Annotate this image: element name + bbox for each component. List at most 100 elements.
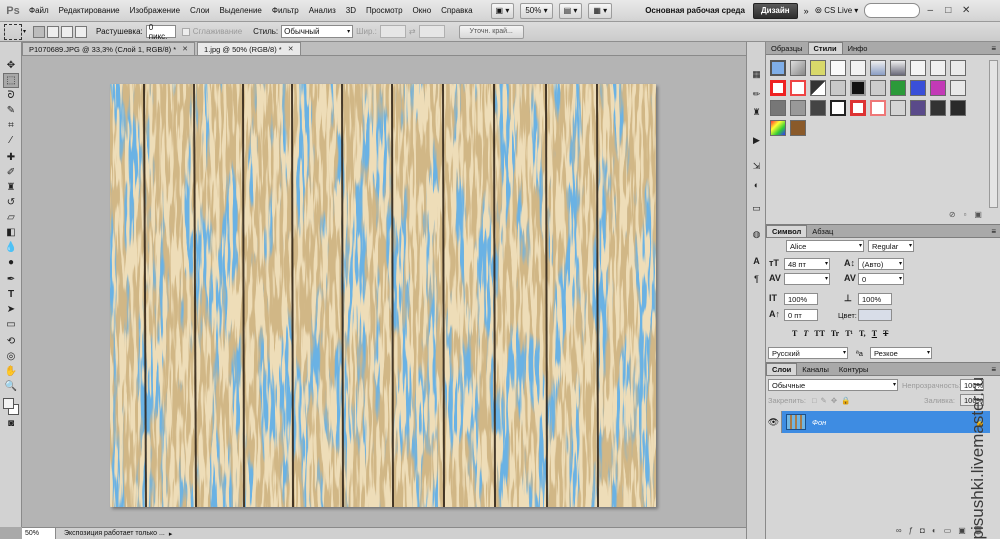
width-input[interactable] <box>379 25 406 38</box>
character-panel-icon[interactable]: A <box>750 254 763 267</box>
style-swatch[interactable] <box>790 60 806 76</box>
tab-paragraph[interactable]: Абзац <box>807 225 838 237</box>
zoom-dropdown[interactable]: 50% ▾ <box>520 2 553 19</box>
gradient-tool-icon[interactable]: ◧ <box>3 225 19 240</box>
vertical-scale-input[interactable]: 100% <box>784 293 818 305</box>
style-swatch[interactable] <box>950 80 966 96</box>
tab-document-2[interactable]: 1.jpg @ 50% (RGB/8) * ✕ <box>197 42 301 55</box>
cs-live-button[interactable]: ⊚ CS Live ▾ <box>815 5 859 16</box>
style-swatch[interactable] <box>910 100 926 116</box>
style-swatch[interactable] <box>930 80 946 96</box>
language-select[interactable]: Русский ▾ <box>768 347 848 359</box>
zoom-tool-icon[interactable]: 🔍 <box>3 379 19 394</box>
style-swatch[interactable] <box>870 60 886 76</box>
style-swatch[interactable] <box>830 80 846 96</box>
pen-tool-icon[interactable]: ✒ <box>3 272 19 287</box>
paragraph-panel-icon[interactable]: ¶ <box>750 272 763 285</box>
style-swatch[interactable] <box>930 100 946 116</box>
faux-bold-button[interactable]: T <box>792 329 797 338</box>
design-workspace-button[interactable]: Дизайн <box>752 2 798 19</box>
style-select[interactable]: Обычный ▾ <box>281 25 354 38</box>
shape-tool-icon[interactable]: ▭ <box>3 317 19 332</box>
style-swatch[interactable] <box>890 100 906 116</box>
blend-mode-select[interactable]: Обычные ▾ <box>768 379 898 391</box>
masks-panel-icon[interactable]: ▭ <box>750 202 763 215</box>
tab-document-1[interactable]: P1070689.JPG @ 33,3% (Слой 1, RGB/8) * ✕ <box>22 42 196 55</box>
menu-filter[interactable]: Фильтр <box>267 6 304 15</box>
tab-layers[interactable]: Слои <box>766 363 798 375</box>
tab-info[interactable]: Инфо <box>843 42 873 54</box>
intersect-selection-icon[interactable] <box>75 25 88 38</box>
crop-tool-icon[interactable]: ⌗ <box>3 118 19 133</box>
all-caps-button[interactable]: TT <box>814 329 825 338</box>
style-swatch[interactable] <box>850 80 866 96</box>
font-style-select[interactable]: Regular ▾ <box>868 240 914 252</box>
actions-panel-icon[interactable]: ▶ <box>750 134 763 147</box>
new-selection-icon[interactable] <box>33 25 46 38</box>
menu-3d[interactable]: 3D <box>341 6 361 15</box>
kerning-input[interactable]: ▾ <box>784 273 830 285</box>
style-swatch[interactable] <box>830 100 846 116</box>
close-icon[interactable]: ✕ <box>182 45 188 53</box>
menu-layers[interactable]: Слои <box>185 6 214 15</box>
quick-mask-icon[interactable]: ◙ <box>3 416 19 431</box>
style-swatch[interactable] <box>770 120 786 136</box>
eraser-tool-icon[interactable]: ▱ <box>3 210 19 225</box>
navigator-panel-icon[interactable]: ⇲ <box>750 160 763 173</box>
layer-name[interactable]: Фон <box>812 418 975 427</box>
menu-select[interactable]: Выделение <box>214 6 266 15</box>
visibility-eye-icon[interactable]: 👁 <box>766 411 782 433</box>
menu-analysis[interactable]: Анализ <box>304 6 341 15</box>
style-swatch[interactable] <box>790 120 806 136</box>
style-swatch[interactable] <box>890 80 906 96</box>
screen-mode-button[interactable]: ▣ ▾ <box>490 2 515 19</box>
style-swatch[interactable] <box>890 60 906 76</box>
tab-channels[interactable]: Каналы <box>797 363 834 375</box>
tab-paths[interactable]: Контуры <box>834 363 873 375</box>
extras-button[interactable]: ▦ ▾ <box>588 2 613 19</box>
type-tool-icon[interactable]: T <box>3 287 19 302</box>
style-swatch[interactable] <box>870 100 886 116</box>
style-swatch[interactable] <box>810 80 826 96</box>
color-panel-icon[interactable]: ◍ <box>750 228 763 241</box>
rectangular-marquee-tool-icon[interactable]: ⬚ <box>3 73 19 88</box>
arrange-documents-button[interactable]: ▤ ▾ <box>558 2 583 19</box>
faux-italic-button[interactable]: T <box>803 329 808 338</box>
lock-icons[interactable]: □✎✥🔒 <box>812 396 854 405</box>
style-swatch[interactable] <box>790 80 806 96</box>
style-swatch[interactable] <box>810 60 826 76</box>
adjustments-panel-icon[interactable]: ◐ <box>750 178 763 191</box>
style-swatch[interactable] <box>930 60 946 76</box>
baseline-shift-input[interactable]: 0 пт <box>784 309 818 321</box>
style-swatch[interactable] <box>770 100 786 116</box>
chevron-right-icon[interactable]: ▸ <box>169 530 173 538</box>
style-swatch[interactable] <box>910 60 926 76</box>
text-color-swatch[interactable] <box>858 309 892 321</box>
menu-edit[interactable]: Редактирование <box>54 6 125 15</box>
feather-input[interactable]: 0 пикс. <box>145 23 176 41</box>
small-caps-button[interactable]: Tr <box>831 329 839 338</box>
styles-footer-icons[interactable]: ⊘▫▣ <box>766 210 1000 224</box>
history-brush-tool-icon[interactable]: ↺ <box>3 195 19 210</box>
lasso-tool-icon[interactable]: ᘐ <box>3 88 19 103</box>
dodge-tool-icon[interactable]: ● <box>3 255 19 270</box>
style-swatch[interactable] <box>810 100 826 116</box>
clone-stamp-tool-icon[interactable]: ♜ <box>3 180 19 195</box>
chevron-right-icon[interactable]: » <box>804 6 809 16</box>
superscript-button[interactable]: T¹ <box>845 329 853 338</box>
style-swatch[interactable] <box>850 60 866 76</box>
tab-styles[interactable]: Стили <box>807 42 843 54</box>
panel-menu-icon[interactable]: ≡ <box>991 44 996 53</box>
style-swatch[interactable] <box>770 80 786 96</box>
swap-icon[interactable]: ⇄ <box>409 27 416 36</box>
chevron-down-icon[interactable]: ▾ <box>23 28 26 35</box>
history-panel-icon[interactable]: ▦ <box>750 68 763 81</box>
styles-scrollbar[interactable] <box>989 60 998 208</box>
panel-menu-icon[interactable]: ≡ <box>991 365 996 374</box>
style-swatch[interactable] <box>770 60 786 76</box>
style-swatch[interactable] <box>850 100 866 116</box>
style-swatch[interactable] <box>830 60 846 76</box>
horizontal-scale-input[interactable]: 100% <box>858 293 892 305</box>
menu-view[interactable]: Просмотр <box>361 6 408 15</box>
brush-tool-icon[interactable]: ✐ <box>3 165 19 180</box>
